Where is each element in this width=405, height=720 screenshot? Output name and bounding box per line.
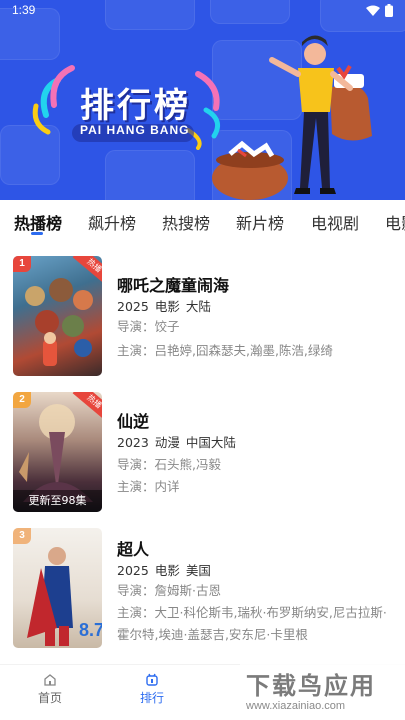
rank-badge: 3	[13, 528, 31, 544]
home-icon	[44, 674, 56, 686]
ranking-tabs: 热播榜 飙升榜 热搜榜 新片榜 电视剧 电影	[0, 200, 405, 244]
poster-image[interactable]: 2 热播 更新至98集	[13, 392, 102, 512]
item-title[interactable]: 超人	[117, 536, 149, 560]
banner-title: 排行榜	[80, 86, 191, 126]
nav-home[interactable]: 首页	[20, 673, 80, 706]
svg-text:8.7: 8.7	[79, 620, 102, 640]
item-meta: 2023 动漫 中国大陆	[117, 432, 236, 451]
item-title[interactable]: 仙逆	[117, 408, 149, 432]
item-title[interactable]: 哪吒之魔童闹海	[117, 272, 229, 296]
list-item[interactable]: 2 热播 更新至98集 仙逆 2023 动漫 中国大陆 导演：石头熊,冯毅 主演：内…	[0, 392, 405, 517]
banner-subtitle: PAI HANG BANG	[80, 123, 190, 137]
item-actors: 主演：吕艳婷,囧森瑟夫,瀚墨,陈浩,绿绮	[117, 343, 333, 358]
episode-update-badge: 更新至98集	[13, 490, 102, 512]
item-actors: 主演：大卫·科伦斯韦,瑞秋·布罗斯纳安,尼古拉斯·霍尔特,埃迪·盖瑟吉,安东尼·…	[117, 605, 387, 642]
site-watermark: 下载鸟应用 www.xiazainiao.com	[240, 662, 405, 720]
item-meta: 2025 电影 大陆	[117, 296, 211, 315]
nav-ranking[interactable]: 排行	[122, 673, 182, 706]
tab-hot-search[interactable]: 热搜榜	[162, 210, 210, 234]
tab-hot-play[interactable]: 热播榜	[14, 210, 62, 234]
ranking-logo: 排行榜 PAI HANG BANG	[28, 60, 228, 150]
battery-icon	[385, 4, 393, 17]
item-actors: 主演：内详	[117, 479, 180, 494]
wifi-icon	[366, 5, 380, 16]
nav-home-label: 首页	[37, 691, 62, 705]
item-type: 电影	[154, 299, 180, 314]
item-director: 导演：詹姆斯·古恩	[117, 583, 221, 598]
ranking-banner: 1:39 排行榜 PAI HANG BANG	[0, 0, 405, 200]
item-type: 动漫	[154, 435, 180, 450]
poster-image[interactable]: 1 热播	[13, 256, 102, 376]
item-type: 电影	[154, 563, 180, 578]
watermark-url: www.xiazainiao.com	[246, 700, 346, 712]
item-year: 2023	[117, 435, 149, 450]
item-year: 2025	[117, 563, 149, 578]
poster-art: 8.7	[27, 547, 102, 646]
rank-badge: 1	[13, 256, 31, 272]
watermark-title: 下载鸟应用	[246, 672, 376, 700]
tab-new-release[interactable]: 新片榜	[236, 210, 284, 234]
tab-tv-series[interactable]: 电视剧	[311, 210, 359, 234]
status-bar: 1:39	[0, 0, 405, 22]
tab-rising[interactable]: 飙升榜	[88, 210, 136, 234]
status-time: 1:39	[12, 3, 36, 17]
poster-art	[25, 278, 93, 366]
item-region: 中国大陆	[185, 435, 236, 450]
list-item[interactable]: 8.7 3 超人 2025 电影 美国 导演：詹姆斯·古恩 主演：大卫·科伦斯韦,瑞…	[0, 528, 405, 653]
ranking-icon	[146, 673, 158, 686]
item-director: 导演：石头熊,冯毅	[117, 457, 221, 472]
rank-badge: 2	[13, 392, 31, 408]
item-year: 2025	[117, 299, 149, 314]
item-meta: 2025 电影 美国	[117, 560, 211, 579]
tab-movie[interactable]: 电影	[385, 210, 405, 234]
poster-image[interactable]: 8.7 3	[13, 528, 102, 648]
active-tab-indicator	[31, 232, 43, 235]
list-item[interactable]: 1 热播 哪吒之魔童闹海 2025 电影 大陆 导演：饺子 主演：吕艳婷,囧森瑟夫,…	[0, 256, 405, 381]
person-illustration	[212, 35, 372, 200]
item-region: 美国	[185, 563, 211, 578]
nav-ranking-label: 排行	[139, 691, 164, 705]
item-director: 导演：饺子	[117, 319, 180, 334]
item-region: 大陆	[185, 299, 211, 314]
